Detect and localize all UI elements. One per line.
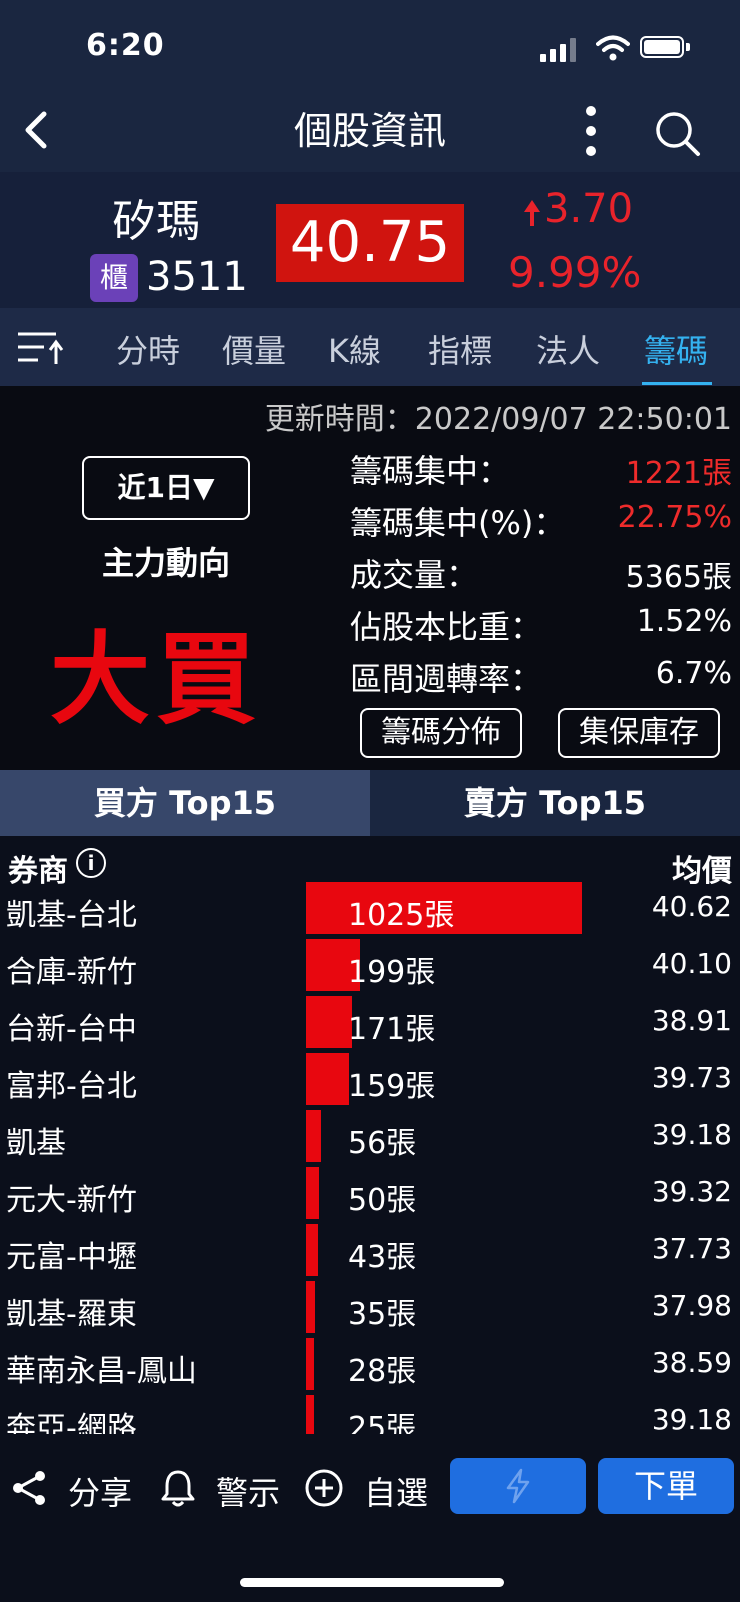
volume-bar (306, 996, 352, 1048)
info-icon[interactable]: i (76, 848, 106, 878)
sort-icon[interactable] (16, 328, 64, 368)
custody-inventory-button[interactable]: 集保庫存 (558, 708, 720, 758)
broker-volume: 35張 (348, 1297, 417, 1332)
broker-avg-price: 38.59 (651, 1346, 732, 1379)
broker-name: 凱基-羅東 (6, 1297, 137, 1332)
main-force-value: 大買 (50, 621, 262, 738)
watchlist-label[interactable]: 自選 (364, 1468, 428, 1514)
broker-row[interactable]: 富邦-台北 159張 39.73 (0, 1053, 740, 1110)
broker-volume: 56張 (348, 1126, 417, 1161)
quick-order-button[interactable] (450, 1458, 586, 1514)
broker-row[interactable]: 凱基 56張 39.18 (0, 1110, 740, 1167)
broker-volume: 1025張 (348, 898, 455, 933)
stat-value-capital-ratio: 1.52% (636, 604, 732, 639)
broker-row[interactable]: 凱基-羅東 35張 37.98 (0, 1281, 740, 1338)
broker-row[interactable]: 台新-台中 171張 38.91 (0, 996, 740, 1053)
alert-label[interactable]: 警示 (216, 1468, 280, 1514)
search-icon[interactable] (654, 110, 702, 158)
broker-row[interactable]: 元大-新竹 50張 39.32 (0, 1167, 740, 1224)
stat-value-turnover: 6.7% (655, 656, 732, 691)
main-force-label: 主力動向 (101, 544, 230, 582)
broker-volume: 43張 (348, 1240, 417, 1275)
home-indicator (240, 1578, 504, 1587)
broker-name: 華南永昌-鳳山 (6, 1354, 197, 1389)
tab-institutional[interactable]: 法人 (536, 326, 600, 372)
stat-label-concentration-pct: 籌碼集中(%)： (350, 504, 566, 542)
add-circle-icon[interactable] (304, 1468, 344, 1508)
broker-volume: 159張 (348, 1069, 436, 1104)
lightning-icon (506, 1468, 530, 1504)
tab-kline[interactable]: K線 (328, 326, 381, 372)
broker-avg-price: 39.18 (651, 1403, 732, 1436)
stat-value-volume: 5365張 (625, 560, 732, 595)
stat-label-concentration: 籌碼集中： (350, 452, 511, 490)
stat-value-concentration: 1221張 (625, 456, 732, 491)
price-change: 3.70 (544, 186, 634, 232)
broker-row[interactable]: 元富-中壢 43張 37.73 (0, 1224, 740, 1281)
tab-intraday[interactable]: 分時 (116, 326, 180, 372)
broker-row[interactable]: 凱基-台北 1025張 40.62 (0, 882, 740, 939)
stock-name: 矽瑪 (112, 196, 200, 247)
broker-name: 合庫-新竹 (6, 955, 137, 990)
stat-value-concentration-pct: 22.75% (617, 500, 732, 535)
sell-top15-tab[interactable]: 賣方 Top15 (370, 770, 740, 836)
broker-volume: 199張 (348, 955, 436, 990)
broker-avg-price: 39.73 (651, 1061, 732, 1094)
volume-bar (306, 1167, 319, 1219)
broker-name: 元大-新竹 (6, 1183, 137, 1218)
chip-distribution-button[interactable]: 籌碼分佈 (360, 708, 522, 758)
broker-name: 凱基 (6, 1126, 66, 1161)
price-change-pct: 9.99% (508, 248, 642, 297)
tab-price-volume[interactable]: 價量 (222, 326, 286, 372)
broker-name: 凱基-台北 (6, 898, 137, 933)
order-button[interactable]: 下單 (598, 1458, 734, 1514)
broker-name: 台新-台中 (6, 1012, 137, 1047)
volume-bar (306, 1110, 321, 1162)
volume-bar (306, 1281, 315, 1333)
battery-icon (640, 36, 684, 58)
up-arrow-icon (524, 200, 540, 226)
stock-price: 40.75 (276, 204, 464, 282)
share-label[interactable]: 分享 (68, 1468, 132, 1514)
share-icon[interactable] (10, 1468, 50, 1508)
broker-name: 元富-中壢 (6, 1240, 137, 1275)
status-time: 6:20 (86, 28, 165, 63)
volume-bar (306, 1053, 349, 1105)
broker-avg-price: 39.32 (651, 1175, 732, 1208)
broker-volume: 171張 (348, 1012, 436, 1047)
wifi-icon (596, 35, 630, 61)
stat-label-volume: 成交量： (350, 556, 479, 594)
more-vertical-icon[interactable] (576, 104, 606, 160)
broker-avg-price: 39.18 (651, 1118, 732, 1151)
bell-icon[interactable] (158, 1468, 198, 1508)
broker-avg-price: 40.62 (651, 890, 732, 923)
broker-row[interactable]: 合庫-新竹 199張 40.10 (0, 939, 740, 996)
active-tab-indicator (642, 382, 712, 385)
broker-volume: 50張 (348, 1183, 417, 1218)
battery-tip (686, 43, 690, 51)
page-title: 個股資訊 (293, 109, 446, 153)
broker-volume: 28張 (348, 1354, 417, 1389)
update-time: 更新時間：2022/09/07 22:50:01 (264, 402, 732, 437)
volume-bar (306, 1224, 318, 1276)
market-badge: 櫃 (90, 254, 138, 302)
volume-bar (306, 1338, 314, 1390)
signal-icon (540, 38, 580, 62)
tab-indicators[interactable]: 指標 (428, 326, 492, 372)
period-selector[interactable]: 近1日▼ (82, 456, 250, 520)
broker-avg-price: 37.73 (651, 1232, 732, 1265)
broker-name: 富邦-台北 (6, 1069, 137, 1104)
broker-row[interactable]: 華南永昌-鳳山 28張 38.59 (0, 1338, 740, 1395)
stat-label-turnover: 區間週轉率： (350, 660, 543, 698)
tab-chips[interactable]: 籌碼 (644, 326, 708, 372)
broker-avg-price: 40.10 (651, 947, 732, 980)
buy-top15-tab[interactable]: 買方 Top15 (0, 770, 370, 836)
stat-label-capital-ratio: 佔股本比重： (350, 608, 543, 646)
stock-code: 3511 (146, 254, 248, 300)
broker-avg-price: 37.98 (651, 1289, 732, 1322)
broker-avg-price: 38.91 (651, 1004, 732, 1037)
